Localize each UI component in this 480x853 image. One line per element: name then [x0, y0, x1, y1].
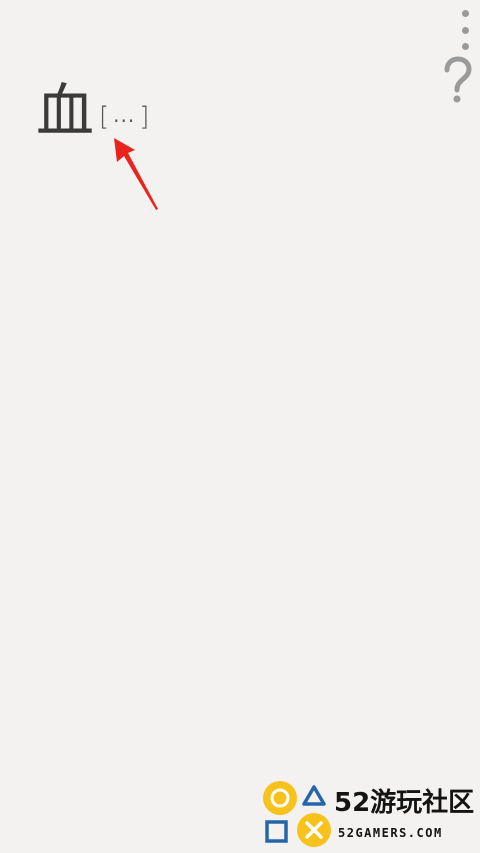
slot-open-bracket: [ — [99, 102, 110, 132]
overflow-menu-button[interactable] — [452, 6, 478, 54]
slot-placeholder: ... — [113, 103, 136, 127]
slot-close-bracket: ] — [139, 102, 150, 132]
menu-dot — [461, 26, 469, 34]
more-vertical-icon — [461, 10, 469, 17]
menu-dot — [461, 43, 469, 50]
logo-shapes-icon — [263, 781, 331, 847]
watermark-brand: 52游玩社区 — [334, 788, 475, 818]
question-mark-icon — [444, 56, 472, 103]
annotation-arrow-icon — [114, 138, 158, 210]
help-button[interactable] — [440, 56, 474, 108]
word-row: 血 [ ... ] — [36, 82, 149, 140]
answer-slot[interactable]: [ ... ] — [99, 102, 149, 132]
watermark-url: 52GAMERS.COM — [338, 826, 443, 840]
watermark-logo: 52游玩社区 52GAMERS.COM — [262, 780, 476, 848]
puzzle-character: 血 — [36, 77, 96, 145]
